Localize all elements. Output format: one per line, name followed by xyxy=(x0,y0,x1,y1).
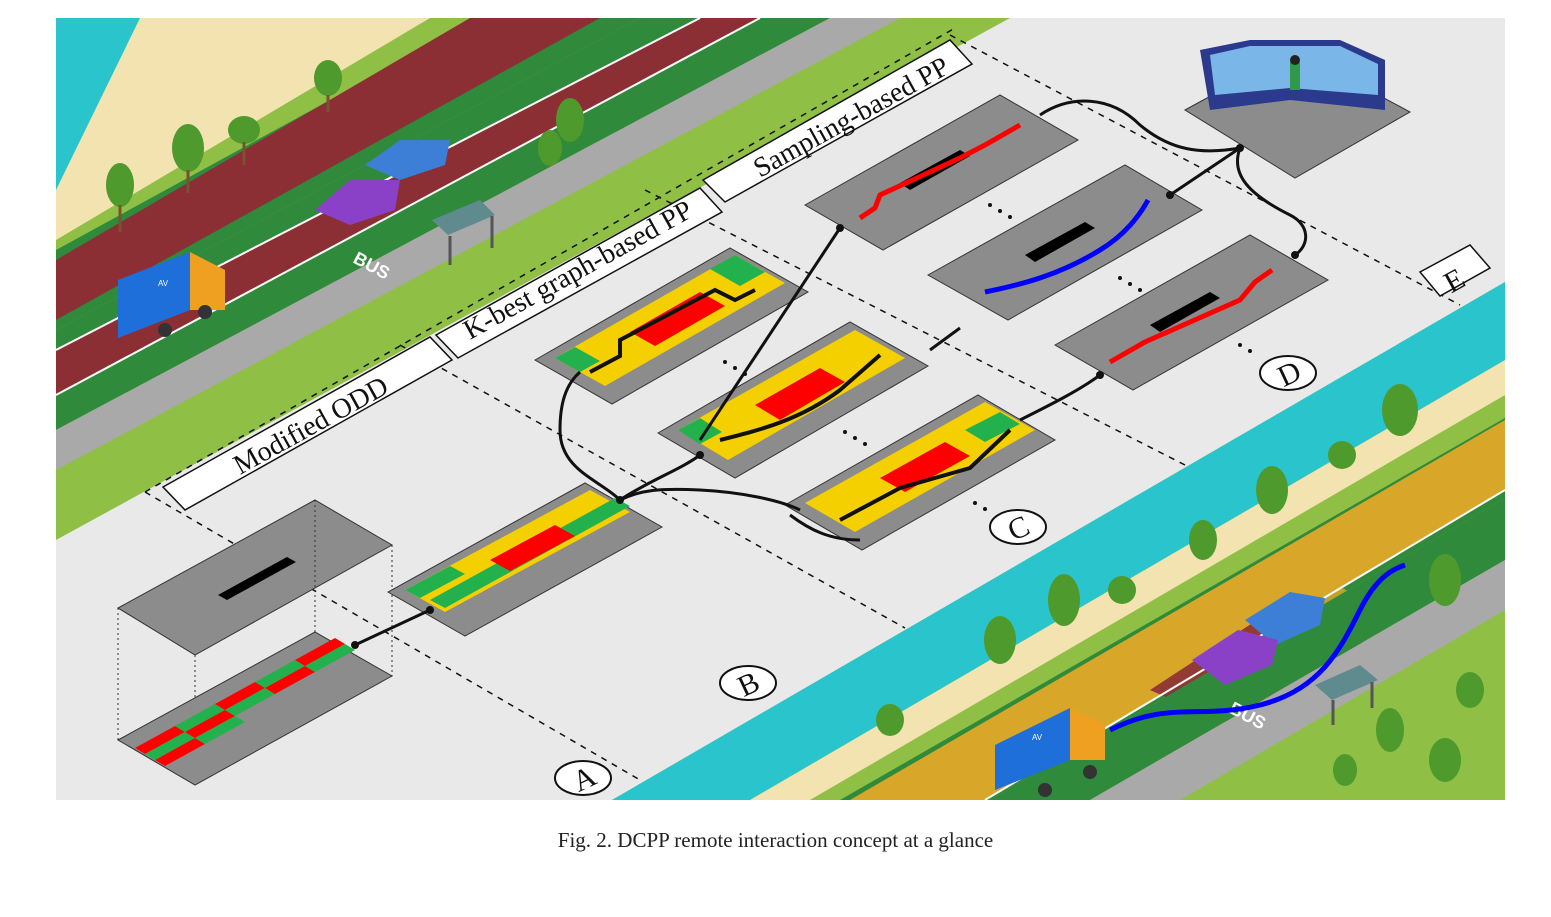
truck-label-top: AV xyxy=(158,279,169,288)
dcpp-concept-figure: BUS AV BUS AV Modified ODD K-best graph-… xyxy=(56,18,1505,800)
truck-label-bottom: AV xyxy=(1032,733,1043,742)
figure-caption: Fig. 2. DCPP remote interaction concept … xyxy=(557,828,994,852)
